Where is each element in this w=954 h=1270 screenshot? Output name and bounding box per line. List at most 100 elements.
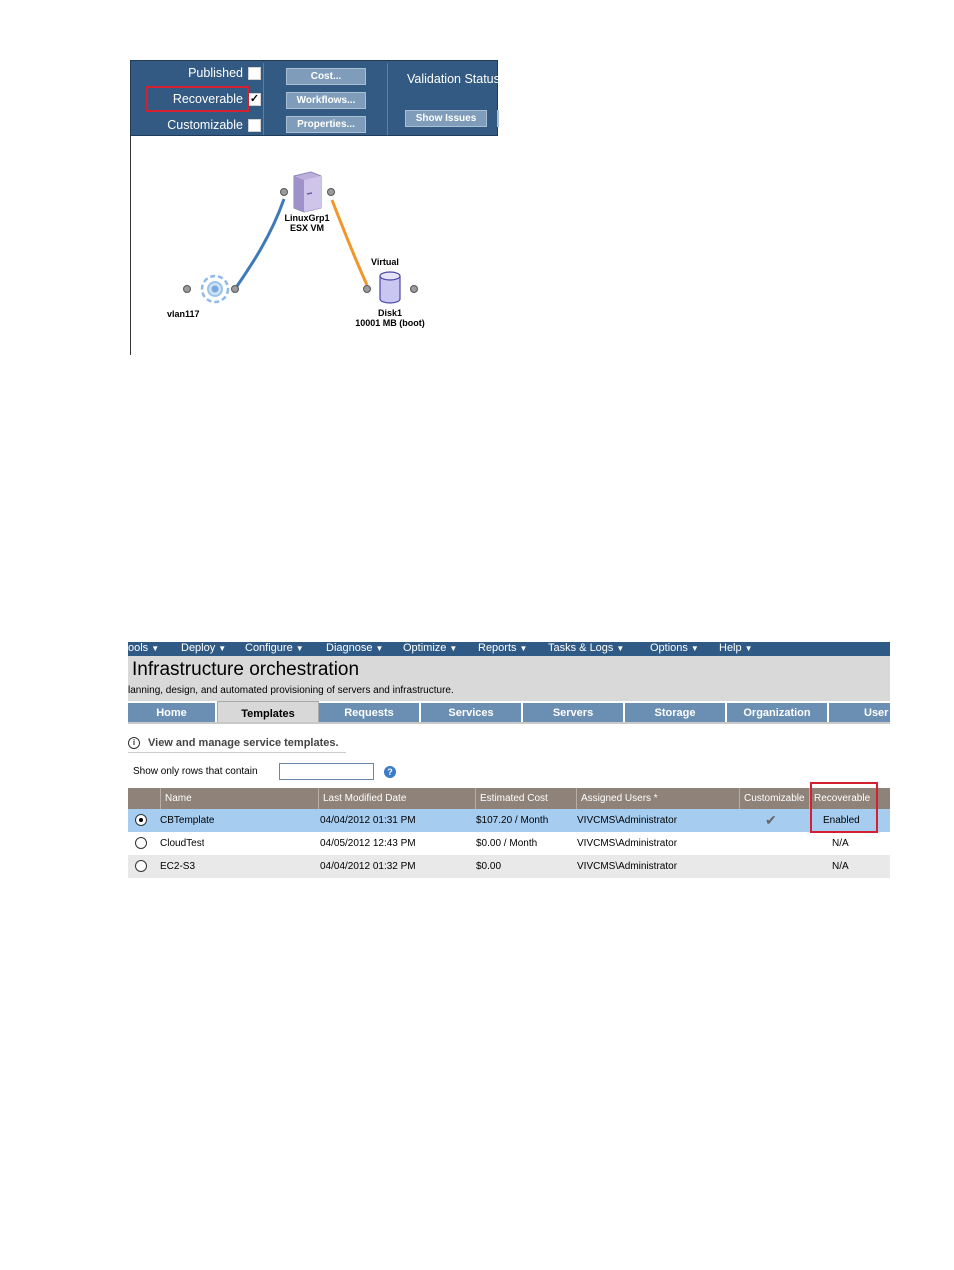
disk-icon[interactable]: [379, 271, 401, 304]
chevron-down-icon: ▼: [375, 644, 384, 653]
menu-deploy[interactable]: Deploy ▼: [181, 642, 226, 655]
menu-help[interactable]: Help ▼: [719, 642, 753, 655]
row-cost: $0.00 / Month: [476, 838, 538, 849]
published-row[interactable]: Published: [131, 63, 261, 85]
properties-button[interactable]: Properties...: [286, 116, 366, 133]
cost-button[interactable]: Cost...: [286, 68, 366, 85]
info-line: i View and manage service templates.: [128, 737, 339, 750]
menu-optimize[interactable]: Optimize ▼: [403, 642, 457, 655]
recoverable-checkbox[interactable]: ✓: [248, 93, 261, 106]
published-label: Published: [188, 66, 243, 80]
column-header-customizable[interactable]: Customizable: [739, 788, 809, 809]
row-name[interactable]: EC2-S3: [160, 855, 195, 878]
template-toolbar: Published Recoverable ✓ Customizable Cos…: [130, 60, 500, 137]
row-modified: 04/04/2012 01:32 PM: [320, 861, 416, 872]
filter-input[interactable]: [279, 763, 374, 780]
page-header: Infrastructure orchestration lanning, de…: [128, 656, 890, 701]
table-header: Name Last Modified Date Estimated Cost A…: [128, 788, 890, 809]
disk-type-label: Virtual: [371, 257, 399, 267]
row-recoverable: N/A: [832, 861, 849, 872]
row-select-radio[interactable]: [135, 814, 147, 826]
table-row[interactable]: EC2-S3 04/04/2012 01:32 PM $0.00 VIVCMS\…: [128, 855, 890, 878]
validation-status-label: Validation Status: [407, 72, 500, 86]
toolbar-divider: [387, 63, 388, 135]
row-modified: 04/04/2012 01:31 PM: [320, 815, 416, 826]
server-node-label: LinuxGrp1 ESX VM: [277, 213, 337, 233]
menu-diagnose[interactable]: Diagnose ▼: [326, 642, 383, 655]
disk-size: 10001 MB (boot): [355, 318, 425, 328]
table-row[interactable]: CBTemplate 04/04/2012 01:31 PM $107.20 /…: [128, 809, 890, 832]
page-subtitle: lanning, design, and automated provision…: [128, 685, 454, 696]
disk-name: Disk1: [377, 308, 403, 318]
select-column-header: [128, 788, 160, 809]
tab-servers[interactable]: Servers: [523, 703, 625, 723]
column-header-users[interactable]: Assigned Users *: [576, 788, 739, 809]
chevron-down-icon: ▼: [151, 644, 160, 653]
chevron-down-icon: ▼: [295, 644, 304, 653]
recoverable-column-highlight: [810, 782, 878, 833]
row-select-radio[interactable]: [135, 837, 147, 849]
row-modified: 04/05/2012 12:43 PM: [320, 838, 416, 849]
network-right-port[interactable]: [231, 285, 239, 293]
design-canvas[interactable]: LinuxGrp1 ESX VM vlan117 Virtual Disk1 1…: [130, 136, 498, 355]
show-issues-button[interactable]: Show Issues: [405, 110, 487, 127]
menu-reports[interactable]: Reports ▼: [478, 642, 527, 655]
row-users: VIVCMS\Administrator: [577, 861, 678, 872]
customizable-checkbox[interactable]: [248, 119, 261, 132]
row-cost: $107.20 / Month: [476, 815, 549, 826]
main-menu-bar: ools ▼ Deploy ▼ Configure ▼ Diagnose ▼ Optim…: [128, 642, 890, 656]
row-users: VIVCMS\Administrator: [577, 838, 678, 849]
tab-home[interactable]: Home: [128, 703, 217, 723]
published-checkbox[interactable]: [248, 67, 261, 80]
row-name[interactable]: CBTemplate: [160, 809, 214, 832]
column-header-cost[interactable]: Estimated Cost: [475, 788, 576, 809]
column-header-modified[interactable]: Last Modified Date: [318, 788, 475, 809]
tab-storage[interactable]: Storage: [625, 703, 727, 723]
chevron-down-icon: ▼: [690, 644, 699, 653]
chevron-down-icon: ▼: [218, 644, 227, 653]
customizable-label: Customizable: [167, 118, 243, 132]
network-left-port[interactable]: [183, 285, 191, 293]
row-cost: $0.00: [476, 861, 502, 872]
row-name[interactable]: CloudTest: [160, 832, 204, 855]
chevron-down-icon: ▼: [616, 644, 625, 653]
chevron-down-icon: ▼: [744, 644, 753, 653]
tab-templates[interactable]: Templates: [217, 701, 319, 723]
tab-organization[interactable]: Organization: [727, 703, 829, 723]
tab-users[interactable]: User: [829, 703, 890, 723]
help-icon[interactable]: ?: [384, 766, 396, 778]
menu-tools[interactable]: ools ▼: [128, 642, 159, 655]
info-icon: i: [128, 737, 140, 750]
tabs-divider: [128, 722, 890, 724]
row-select-radio[interactable]: [135, 860, 147, 872]
chevron-down-icon: ▼: [449, 644, 458, 653]
orchestration-screenshot: ools ▼ Deploy ▼ Configure ▼ Diagnose ▼ Optim…: [128, 642, 890, 882]
disk-left-port[interactable]: [363, 285, 371, 293]
server-left-port[interactable]: [280, 188, 288, 196]
topology-diagram: [183, 171, 418, 304]
page-title: Infrastructure orchestration: [132, 659, 360, 680]
toolbar-button-stub[interactable]: [497, 110, 499, 127]
server-name: LinuxGrp1: [284, 213, 330, 223]
main-tabs: Home Templates Requests Services Servers…: [128, 701, 890, 723]
storage-link: [330, 199, 369, 286]
info-divider: [128, 752, 346, 753]
table-row[interactable]: CloudTest 04/05/2012 12:43 PM $0.00 / Mo…: [128, 832, 890, 855]
menu-tasks-logs[interactable]: Tasks & Logs ▼: [548, 642, 624, 655]
customizable-row[interactable]: Customizable: [131, 115, 261, 137]
tab-requests[interactable]: Requests: [319, 703, 421, 723]
recoverable-highlight-frame: [146, 86, 249, 112]
menu-configure[interactable]: Configure ▼: [245, 642, 304, 655]
network-vlan-icon[interactable]: [200, 274, 230, 304]
column-header-name[interactable]: Name: [160, 788, 318, 809]
filter-label: Show only rows that contain: [133, 766, 258, 777]
disk-right-port[interactable]: [410, 285, 418, 293]
server-right-port[interactable]: [327, 188, 335, 196]
menu-options[interactable]: Options ▼: [650, 642, 699, 655]
disk-node-label: Disk1 10001 MB (boot): [345, 308, 435, 328]
workflows-button[interactable]: Workflows...: [286, 92, 366, 109]
tab-services[interactable]: Services: [421, 703, 523, 723]
toolbar-divider: [263, 63, 264, 135]
template-editor-screenshot: Published Recoverable ✓ Customizable Cos…: [130, 60, 500, 355]
server-vm-icon[interactable]: [293, 171, 322, 213]
